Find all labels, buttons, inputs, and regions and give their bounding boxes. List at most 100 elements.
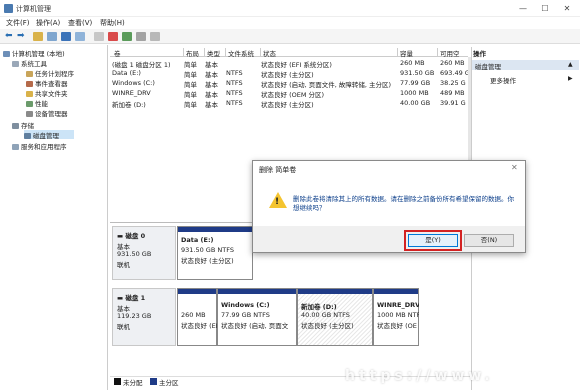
cell-layout: 简单 [184, 61, 197, 68]
partition-winre[interactable]: WINRE_DRV 1000 MB NTFS 状态良好 (OE [373, 288, 419, 346]
tree-item-disk-management[interactable]: 磁盘管理 [24, 130, 74, 140]
collapse-arrow-icon[interactable]: ▲ [568, 61, 573, 68]
tree-item-task-scheduler[interactable]: 任务计划程序 [26, 68, 74, 78]
new-icon[interactable] [94, 32, 104, 41]
partition-bar [218, 289, 296, 294]
shared-folder-icon [26, 91, 33, 97]
cell-filesystem: NTFS [226, 69, 243, 77]
console-tree-icon[interactable] [47, 32, 57, 41]
services-icon [12, 144, 19, 150]
partition-new-volume-d[interactable]: 新加卷 (D:) 40.00 GB NTFS 状态良好 (主分区) [297, 288, 373, 346]
help-icon[interactable] [61, 32, 71, 41]
menu-action[interactable]: 操作(A) [36, 18, 60, 28]
dialog-close-icon[interactable]: ✕ [511, 163, 518, 172]
partition-bar [374, 289, 418, 294]
partition-size: 1000 MB NTFS [377, 311, 419, 319]
tree-item-event-viewer[interactable]: 事件查看器 [26, 78, 68, 88]
tree-item-storage[interactable]: 存储 [12, 120, 34, 130]
cell-capacity: 1000 MB [400, 89, 429, 97]
partition-windows-c[interactable]: Windows (C:) 77.99 GB NTFS 状态良好 (启动, 页面文 [217, 288, 297, 346]
minimize-button[interactable]: — [513, 3, 533, 14]
back-arrow-icon[interactable]: ⬅ [5, 31, 13, 41]
menu-file[interactable]: 文件(F) [6, 18, 30, 28]
computer-icon [3, 51, 10, 57]
cell-layout: 简单 [184, 81, 197, 88]
forward-arrow-icon[interactable]: ➡ [17, 31, 25, 41]
column-volume[interactable]: 卷 [112, 48, 184, 58]
warning-exclamation: ! [275, 197, 280, 207]
disk1-status: 联机 [117, 323, 130, 331]
partition-status: 状态良好 (主分区) [301, 322, 354, 330]
partition-name: Windows (C:) [221, 301, 270, 309]
event-icon [26, 81, 33, 87]
table-row[interactable]: Windows (C:) 简单 基本 NTFS 状态良好 (启动, 页面文件, … [112, 79, 468, 88]
cell-layout: 简单 [184, 101, 197, 108]
disk0-label[interactable]: ▬ 磁盘 0 基本 931.50 GB 联机 [112, 226, 176, 280]
cell-filesystem [226, 59, 261, 68]
cell-capacity: 931.50 GB [400, 69, 435, 77]
table-row[interactable]: Data (E:) 简单 基本 NTFS 状态良好 (主分区) 931.50 G… [112, 69, 468, 78]
disk0-size: 931.50 GB [117, 250, 152, 258]
cell-capacity: 40.00 GB [400, 99, 431, 107]
title-bar [0, 0, 580, 17]
tree-item-performance[interactable]: 性能 [26, 98, 48, 108]
no-button[interactable]: 否(N) [464, 234, 514, 247]
partition-data-e[interactable]: Data (E:) 931.50 GB NTFS 状态良好 (主分区) [177, 226, 253, 280]
cell-volume: WINRE_DRV [112, 89, 151, 97]
column-type[interactable]: 类型 [205, 48, 226, 58]
cell-layout: 简单 [184, 71, 197, 78]
cell-type: 基本 [205, 101, 218, 108]
tree-item-system-tools[interactable]: 系统工具 [12, 58, 47, 68]
disk1-size: 119.23 GB [117, 312, 152, 320]
legend-unallocated-label: 未分配 [123, 379, 143, 387]
more-actions-item[interactable]: 更多操作 [490, 75, 516, 85]
cell-type: 基本 [205, 71, 218, 78]
cell-volume: (磁盘 1 磁盘分区 1) [112, 61, 171, 68]
disk1-label[interactable]: ▬ 磁盘 1 基本 119.23 GB 联机 [112, 288, 176, 346]
column-layout[interactable]: 布局 [184, 48, 205, 58]
tree-item-computer-management[interactable]: 计算机管理 (本地) [3, 48, 65, 58]
maximize-button[interactable]: ☐ [535, 3, 555, 14]
view-icon[interactable] [150, 32, 160, 41]
disk0-status: 联机 [117, 261, 130, 269]
column-filesystem[interactable]: 文件系统 [226, 48, 261, 58]
export-icon[interactable] [136, 32, 146, 41]
column-status[interactable]: 状态 [261, 48, 398, 58]
tree-item-shared-folders[interactable]: 共享文件夹 [26, 88, 68, 98]
tree-item-services-apps[interactable]: 服务和应用程序 [12, 141, 67, 151]
partition-size: 40.00 GB NTFS [301, 311, 350, 319]
cell-free: 38.25 G [440, 79, 466, 87]
properties-icon[interactable] [75, 32, 85, 41]
delete-icon[interactable] [108, 32, 118, 41]
partition-status: 状态良好 (主分区) [181, 257, 234, 265]
performance-icon [26, 101, 33, 107]
yes-button[interactable]: 是(Y) [404, 230, 462, 251]
partition-name: 新加卷 (D:) [301, 303, 337, 311]
computer-management-icon [4, 4, 13, 13]
tree-item-device-manager[interactable]: 设备管理器 [26, 108, 68, 118]
menu-help[interactable]: 帮助(H) [100, 18, 125, 28]
partition-efi[interactable]: 260 MB 状态良好 (EFI [177, 288, 217, 346]
column-free-space[interactable]: 可用空 [438, 48, 468, 58]
partition-bar [178, 289, 216, 294]
dialog-title: 删除 简单卷 [259, 166, 297, 174]
legend-primary-label: 主分区 [159, 379, 179, 387]
disk1-name: ▬ 磁盘 1 [117, 294, 146, 302]
cell-volume: 新加卷 (D:) [112, 101, 146, 108]
partition-size: 77.99 GB NTFS [221, 311, 270, 319]
partition-name: WINRE_DRV [377, 301, 419, 309]
table-row[interactable]: 新加卷 (D:) 简单 基本 NTFS 状态良好 (主分区) 40.00 GB … [112, 99, 468, 108]
storage-icon [12, 123, 19, 129]
partition-status: 状态良好 (启动, 页面文 [221, 322, 289, 330]
folder-icon[interactable] [33, 32, 43, 41]
partition-size: 260 MB [181, 311, 206, 319]
table-row[interactable]: (磁盘 1 磁盘分区 1) 简单 基本 状态良好 (EFI 系统分区) 260 … [112, 59, 468, 68]
close-button[interactable]: ✕ [557, 3, 577, 14]
cell-status: 状态良好 (EFI 系统分区) [261, 61, 332, 68]
cell-filesystem: NTFS [226, 89, 243, 97]
check-icon[interactable] [122, 32, 132, 41]
cell-filesystem: NTFS [226, 99, 243, 107]
menu-view[interactable]: 查看(V) [68, 18, 92, 28]
column-capacity[interactable]: 容量 [398, 48, 438, 58]
table-row[interactable]: WINRE_DRV 简单 基本 NTFS 状态良好 (OEM 分区) 1000 … [112, 89, 468, 98]
